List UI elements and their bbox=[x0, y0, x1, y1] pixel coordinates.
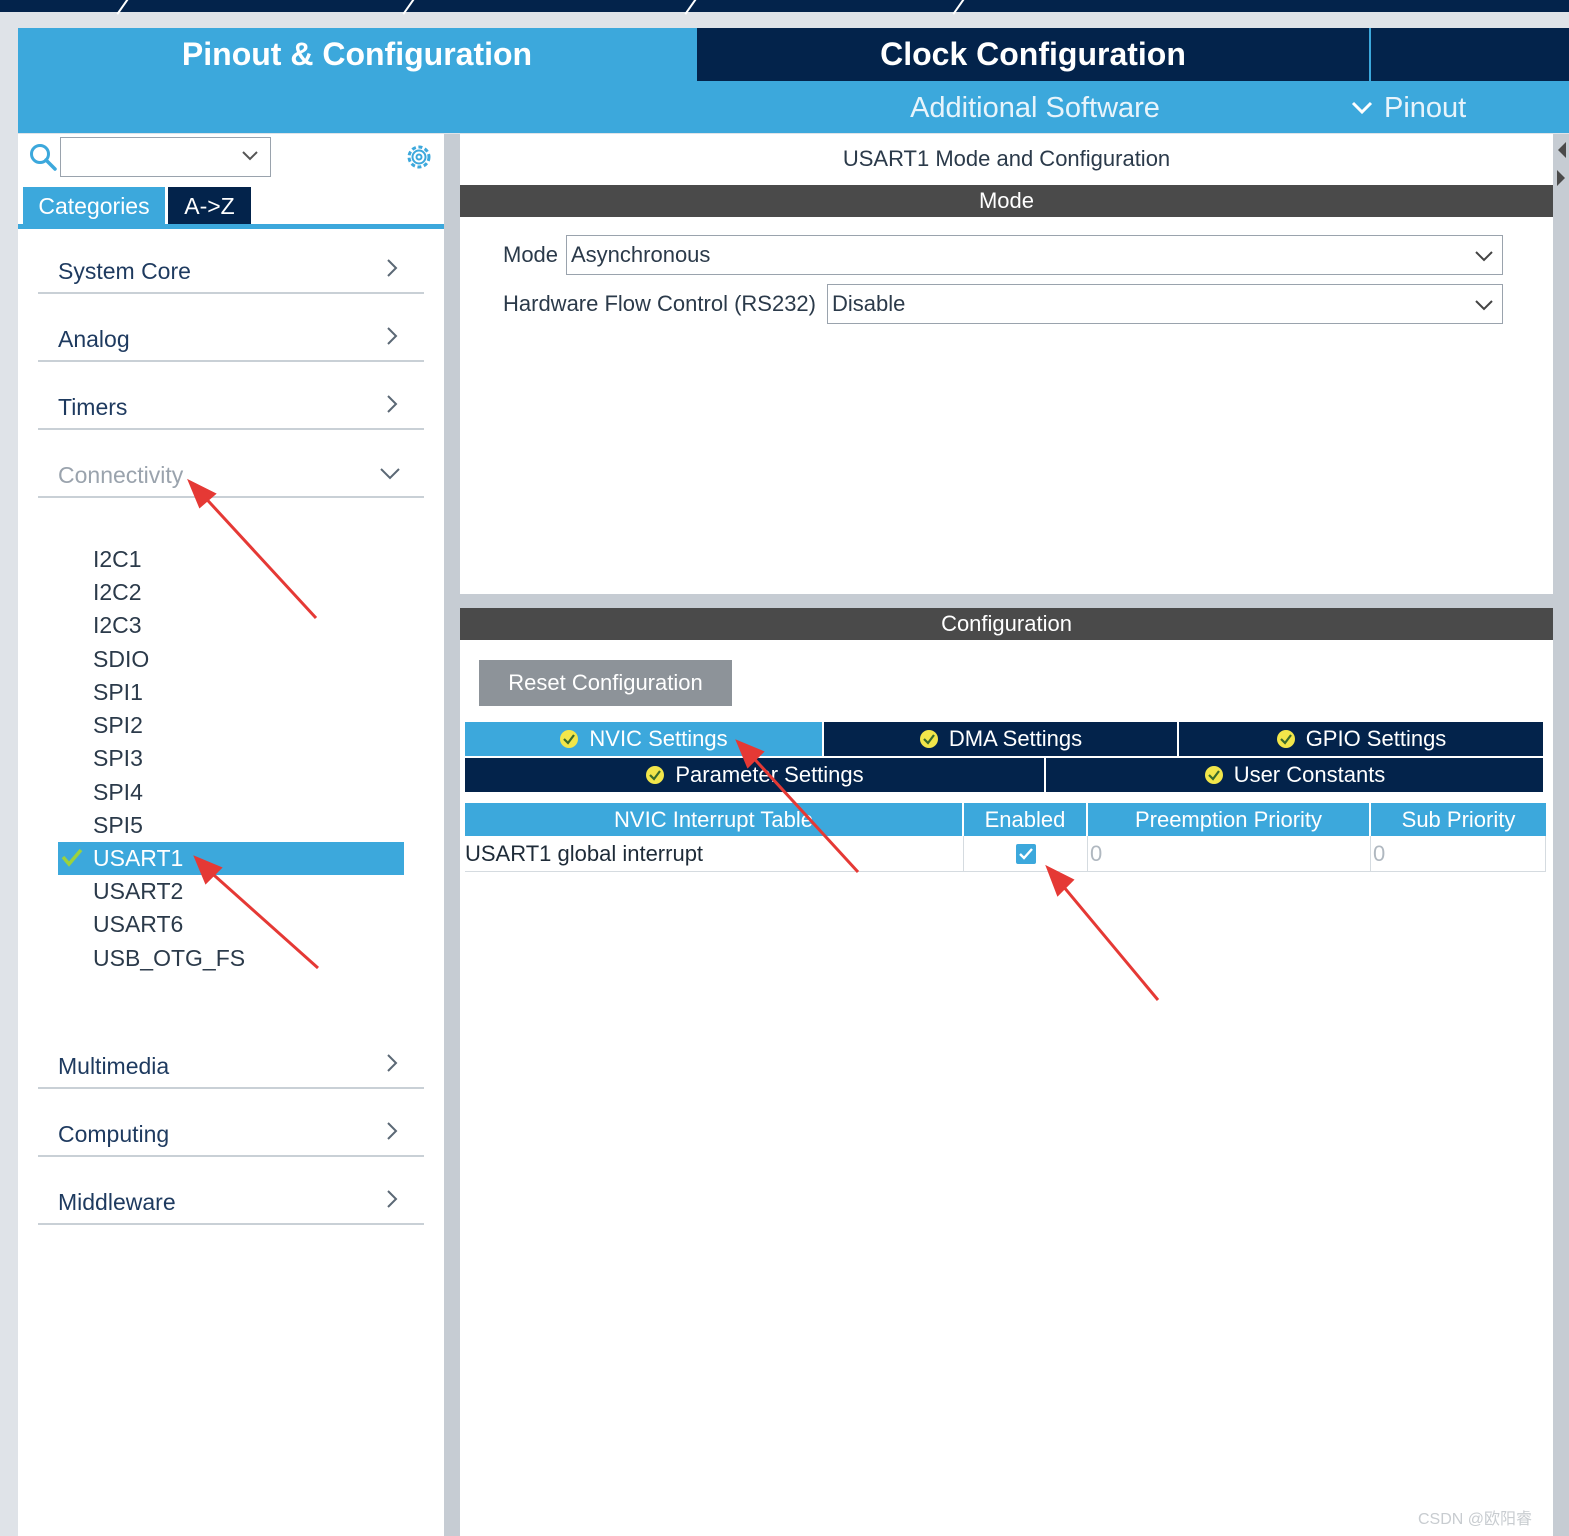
watermark: CSDN @欧阳睿 bbox=[1418, 1511, 1533, 1528]
annotation-arrows bbox=[187, 478, 1160, 1001]
